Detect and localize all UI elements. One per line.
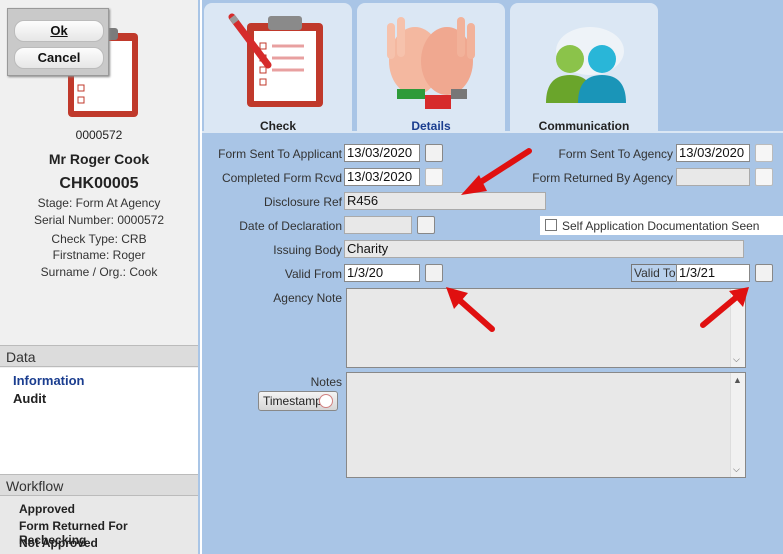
ok-button[interactable]: Ok: [14, 20, 104, 42]
timestamp-label: Timestamp: [263, 394, 322, 408]
left-panel: Ok Cancel 0000572 Mr Roger Cook CHK00005…: [0, 0, 200, 554]
workflow-item-not-approved[interactable]: Not Approved: [19, 536, 98, 550]
action-popup: Ok Cancel: [7, 8, 109, 76]
notes-textarea[interactable]: ▲ ⌵: [346, 372, 746, 478]
data-section-body: Information Audit: [0, 368, 198, 474]
form-sent-to-applicant-field[interactable]: 13/03/2020: [344, 144, 420, 162]
workflow-list: Approved Form Returned For Rechecking No…: [0, 496, 198, 554]
scroll-up-icon[interactable]: ▲: [733, 375, 742, 385]
workflow-section-heading: Workflow: [0, 474, 198, 496]
valid-from-field[interactable]: 1/3/20: [344, 264, 420, 282]
agency-note-label: Agency Note: [273, 291, 342, 305]
form-sent-to-applicant-label: Form Sent To Applicant: [218, 147, 342, 161]
surname-text: Surname / Org.: Cook: [40, 265, 158, 279]
valid-to-label: Valid To: [631, 264, 679, 282]
date-of-declaration-label: Date of Declaration: [239, 219, 342, 233]
form-returned-by-agency-label: Form Returned By Agency: [532, 171, 673, 185]
calendar-icon[interactable]: [755, 264, 773, 282]
calendar-icon[interactable]: [417, 216, 435, 234]
timestamp-button[interactable]: Timestamp: [258, 391, 338, 411]
record-id: 0000572: [75, 128, 123, 142]
data-section-heading: Data: [0, 345, 198, 367]
stage-text: Stage: Form At Agency: [37, 196, 161, 210]
calendar-icon[interactable]: [755, 168, 773, 186]
notes-scrollbar[interactable]: ▲ ⌵: [730, 373, 745, 477]
annotation-arrow-icon: [700, 287, 749, 328]
agency-note-textarea[interactable]: ⌵: [346, 288, 746, 368]
check-type-text: Check Type: CRB: [51, 232, 147, 246]
clock-icon: [319, 394, 333, 408]
people-icon: [546, 27, 626, 103]
calendar-icon[interactable]: [755, 144, 773, 162]
annotation-arrow-icon: [461, 148, 532, 195]
check-code: CHK00005: [59, 175, 139, 192]
issuing-body-label: Issuing Body: [273, 243, 342, 257]
calendar-icon[interactable]: [425, 144, 443, 162]
workflow-item-approved[interactable]: Approved: [19, 502, 75, 516]
completed-form-rcvd-label: Completed Form Rcvd: [221, 171, 342, 185]
serial-text: Serial Number: 0000572: [33, 213, 165, 227]
tab-strip: [202, 131, 783, 133]
nav-information[interactable]: Information: [13, 373, 85, 388]
tab-communication[interactable]: Communication: [510, 3, 658, 133]
tab-check[interactable]: Check: [204, 3, 352, 133]
calendar-icon[interactable]: [425, 168, 443, 186]
form-sent-to-agency-field[interactable]: 13/03/2020: [676, 144, 750, 162]
cancel-button[interactable]: Cancel: [14, 47, 104, 69]
main-panel: Check Details Communication Form Sent To…: [202, 0, 783, 554]
clipboard-pencil-icon: [228, 13, 323, 107]
notes-label: Notes: [310, 375, 342, 389]
raised-hands-icon: [387, 17, 475, 109]
tab-details[interactable]: Details: [357, 3, 505, 133]
valid-to-field[interactable]: 1/3/21: [676, 264, 750, 282]
valid-from-label: Valid From: [284, 267, 342, 281]
nav-audit[interactable]: Audit: [13, 391, 46, 406]
self-application-row: Self Application Documentation Seen: [540, 216, 783, 235]
firstname-text: Firstname: Roger: [52, 248, 146, 262]
completed-form-rcvd-field[interactable]: 13/03/2020: [344, 168, 420, 186]
person-name: Mr Roger Cook: [48, 151, 150, 167]
issuing-body-field[interactable]: Charity: [344, 240, 744, 258]
annotation-arrow-icon: [446, 287, 495, 332]
form-sent-to-agency-label: Form Sent To Agency: [558, 147, 673, 161]
scroll-down-icon[interactable]: ⌵: [733, 354, 740, 365]
date-of-declaration-field[interactable]: [344, 216, 412, 234]
form-returned-by-agency-field[interactable]: [676, 168, 750, 186]
disclosure-ref-label: Disclosure Ref: [263, 195, 342, 209]
calendar-icon[interactable]: [425, 264, 443, 282]
self-application-checkbox[interactable]: [545, 219, 557, 231]
self-application-label: Self Application Documentation Seen: [562, 219, 760, 233]
scroll-down-icon[interactable]: ⌵: [733, 464, 740, 475]
